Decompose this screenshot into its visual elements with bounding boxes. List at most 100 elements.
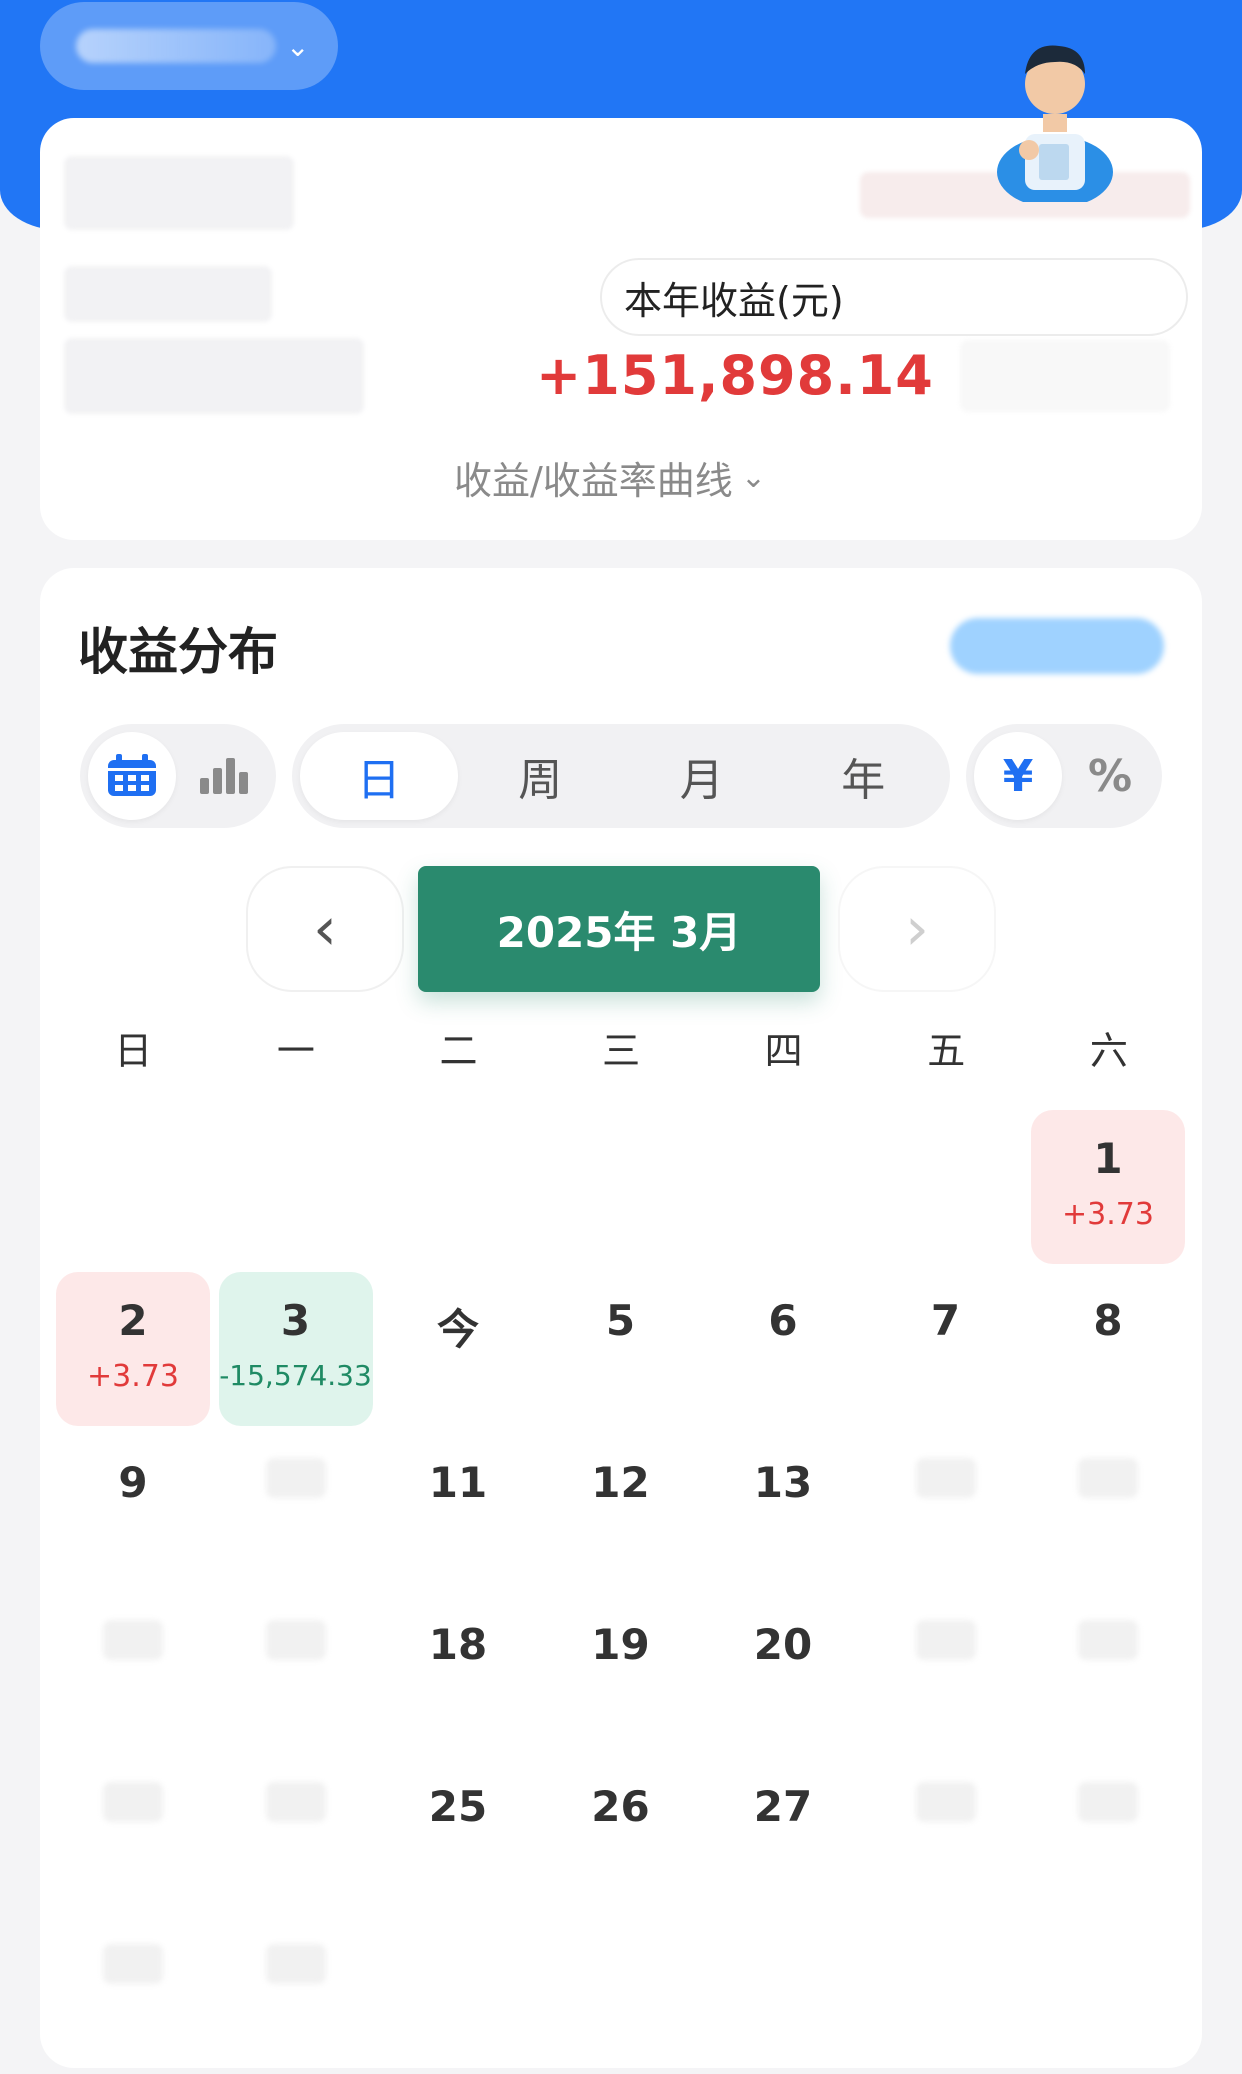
calendar-day-cell[interactable] xyxy=(869,1596,1023,1750)
calendar-day-cell[interactable] xyxy=(1031,1434,1185,1588)
redacted-day xyxy=(265,1620,326,1660)
calendar-day-cell[interactable] xyxy=(869,1758,1023,1912)
calendar-day-cell[interactable]: 11 xyxy=(381,1434,535,1588)
calendar-empty-cell xyxy=(706,1110,860,1264)
calendar-empty-cell xyxy=(544,1110,698,1264)
weekday-label: 四 xyxy=(764,1029,803,1073)
calendar-day-cell[interactable] xyxy=(219,1920,373,2074)
redacted-day xyxy=(103,1782,163,1822)
calendar-day-cell[interactable]: 25 xyxy=(381,1758,535,1912)
calendar-day-cell[interactable]: 1 +3.73 xyxy=(1031,1110,1185,1264)
redacted-day xyxy=(1078,1620,1138,1660)
calendar-day-number: 27 xyxy=(753,1782,813,1831)
bar-chart-view-option[interactable] xyxy=(180,732,268,820)
calendar-day-cell[interactable]: 19 xyxy=(544,1596,698,1750)
period-month[interactable]: 月 xyxy=(623,732,781,820)
redacted-block xyxy=(64,266,272,322)
next-month-button[interactable]: › xyxy=(838,866,996,992)
redacted-day xyxy=(915,1620,976,1660)
calendar-day-amount: +3.73 xyxy=(1062,1197,1154,1232)
calendar-day-cell[interactable]: 3 -15,574.33 xyxy=(218,1272,373,1426)
calendar-day-number: 12 xyxy=(591,1458,650,1507)
calendar-day-cell[interactable]: 7 xyxy=(869,1272,1023,1426)
chevron-down-icon: ⌄ xyxy=(740,459,766,495)
weekday-label: 日 xyxy=(114,1029,153,1073)
calendar-day-cell[interactable]: 18 xyxy=(381,1596,535,1750)
calendar-grid: 1 +3.73 2 +3.73 3 -15,574.33 今 5 6 7 8 9 11 12 13 18 19 2… xyxy=(56,1110,1186,2074)
redacted-day xyxy=(103,1620,163,1660)
curve-toggle-label: 收益/收益率曲线 xyxy=(454,458,733,503)
calendar-day-number: 20 xyxy=(753,1620,813,1669)
calendar-day-cell[interactable]: 6 xyxy=(706,1272,860,1426)
period-day[interactable]: 日 xyxy=(300,732,458,820)
calendar-day-cell[interactable]: 12 xyxy=(544,1434,698,1588)
calendar-empty-cell xyxy=(219,1110,373,1264)
calendar-day-cell[interactable]: 5 xyxy=(544,1272,698,1426)
redacted-button[interactable] xyxy=(950,618,1164,674)
calendar-day-cell[interactable] xyxy=(56,1596,210,1750)
calendar-day-cell[interactable]: 8 xyxy=(1031,1272,1185,1426)
calendar-day-number: 26 xyxy=(591,1782,650,1831)
calendar-day-number: 25 xyxy=(428,1782,488,1831)
account-name-redacted xyxy=(76,29,276,63)
view-mode-segment xyxy=(80,724,276,828)
weekday-header: 日 一 二 三 四 五 六 xyxy=(40,1020,1202,1080)
prev-month-button[interactable]: ‹ xyxy=(246,866,404,992)
weekday-label: 一 xyxy=(276,1029,315,1073)
calendar-day-number: 8 xyxy=(1093,1296,1123,1345)
curve-toggle[interactable]: 收益/收益率曲线 ⌄ xyxy=(454,452,766,503)
weekday-label: 五 xyxy=(927,1029,966,1073)
calendar-day-cell[interactable] xyxy=(1031,1596,1185,1750)
redacted-block xyxy=(960,340,1170,412)
redacted-day xyxy=(1078,1782,1138,1822)
calendar-day-cell[interactable]: 26 xyxy=(544,1758,698,1912)
calendar-day-number: 2 xyxy=(118,1296,148,1345)
calendar-day-number: 1 xyxy=(1093,1134,1123,1183)
mascot-avatar-icon xyxy=(997,45,1113,202)
calendar-day-cell[interactable]: 20 xyxy=(706,1596,860,1750)
calendar-day-cell[interactable]: 27 xyxy=(706,1758,860,1912)
month-navigator: ‹ 2025年 3月 › xyxy=(246,866,996,994)
period-segment: 日 周 月 年 xyxy=(292,724,950,828)
year-profit-label[interactable]: 本年收益(元) xyxy=(600,258,1188,336)
redacted-day xyxy=(915,1458,976,1498)
redacted-day xyxy=(265,1458,326,1498)
calendar-day-cell[interactable] xyxy=(219,1596,373,1750)
calendar-icon xyxy=(108,754,156,796)
redacted-day xyxy=(265,1944,326,1984)
calendar-empty-cell xyxy=(869,1110,1023,1264)
calendar-day-cell[interactable] xyxy=(219,1758,373,1912)
calendar-day-cell[interactable]: 13 xyxy=(706,1434,860,1588)
unit-percent[interactable]: % xyxy=(1066,732,1154,820)
calendar-day-cell[interactable]: 2 +3.73 xyxy=(56,1272,210,1426)
calendar-day-number: 5 xyxy=(605,1296,636,1345)
calendar-day-cell[interactable] xyxy=(1031,1758,1185,1912)
calendar-day-number: 18 xyxy=(428,1620,488,1669)
chevron-down-icon: ⌄ xyxy=(286,29,310,63)
calendar-day-number: 11 xyxy=(428,1458,488,1507)
weekday-label: 六 xyxy=(1089,1029,1128,1073)
calendar-day-number: 13 xyxy=(753,1458,813,1507)
calendar-day-cell[interactable]: 今 xyxy=(381,1272,535,1426)
calendar-day-number: 19 xyxy=(591,1620,650,1669)
calendar-view-option[interactable] xyxy=(88,732,176,820)
calendar-day-number: 今 xyxy=(436,1305,479,1354)
calendar-day-cell[interactable] xyxy=(56,1758,210,1912)
account-selector[interactable]: ⌄ xyxy=(40,2,338,90)
unit-segment: ¥ % xyxy=(966,724,1162,828)
weekday-label: 二 xyxy=(439,1029,478,1073)
period-year[interactable]: 年 xyxy=(785,732,943,820)
month-label[interactable]: 2025年 3月 xyxy=(418,866,820,992)
calendar-day-cell[interactable]: 9 xyxy=(56,1434,210,1588)
calendar-day-cell[interactable] xyxy=(219,1434,373,1588)
year-profit-value: +151,898.14 xyxy=(536,344,934,407)
redacted-day xyxy=(103,1944,163,1984)
calendar-day-amount: -15,574.33 xyxy=(219,1359,372,1392)
calendar-day-cell[interactable] xyxy=(869,1434,1023,1588)
section-title: 收益分布 xyxy=(78,623,278,681)
redacted-block xyxy=(64,156,294,230)
calendar-empty-cell xyxy=(56,1110,210,1264)
unit-yuan[interactable]: ¥ xyxy=(974,732,1062,820)
period-week[interactable]: 周 xyxy=(462,732,620,820)
calendar-day-cell[interactable] xyxy=(56,1920,210,2074)
